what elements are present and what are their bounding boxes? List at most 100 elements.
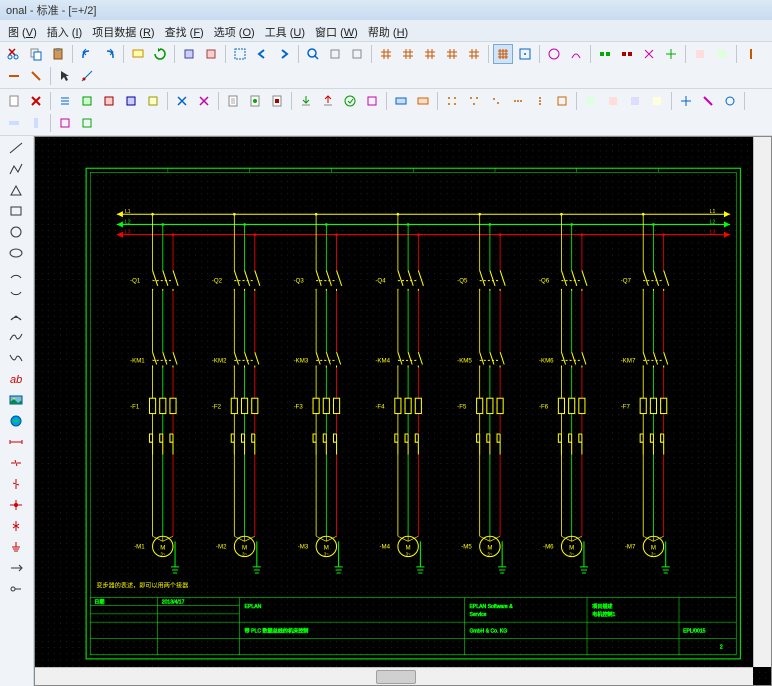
tool-icon[interactable] [325,44,345,64]
redo-icon[interactable] [99,44,119,64]
grid-icon[interactable] [552,91,572,111]
tool-icon[interactable] [77,91,97,111]
menu-project-data[interactable]: 项目数据 (R) [88,22,158,39]
tool-icon[interactable] [201,44,221,64]
polyline-icon[interactable] [2,159,30,179]
tool-icon[interactable] [362,91,382,111]
tool-icon[interactable] [77,113,97,133]
spline-icon[interactable] [2,348,30,368]
page-icon[interactable] [245,91,265,111]
line-icon[interactable] [2,138,30,158]
rect-icon[interactable] [2,201,30,221]
snap-icon[interactable] [515,44,535,64]
tool-icon[interactable] [347,44,367,64]
menu-find[interactable]: 查找 (F) [161,22,208,39]
scroll-thumb[interactable] [376,670,416,684]
new-icon[interactable] [4,91,24,111]
scrollbar-horizontal[interactable] [35,667,753,685]
ellipse-icon[interactable] [2,243,30,263]
tool-icon[interactable] [639,44,659,64]
tool-icon[interactable] [4,66,24,86]
tool-icon[interactable] [676,91,696,111]
grid-icon[interactable] [420,44,440,64]
text-icon[interactable]: ab [2,369,30,389]
tool-icon[interactable] [194,91,214,111]
import-icon[interactable] [296,91,316,111]
undo-icon[interactable] [77,44,97,64]
break-icon[interactable] [2,453,30,473]
tool-icon[interactable] [712,44,732,64]
tool-icon[interactable] [603,91,623,111]
tool-icon[interactable] [99,91,119,111]
tool-icon[interactable] [698,91,718,111]
refresh-icon[interactable] [150,44,170,64]
tool-icon[interactable] [617,44,637,64]
image-icon[interactable] [2,390,30,410]
comment-icon[interactable] [128,44,148,64]
tool-icon[interactable] [741,44,761,64]
list-icon[interactable] [55,91,75,111]
tool-icon[interactable] [340,91,360,111]
tool-icon[interactable] [391,91,411,111]
grid-icon[interactable] [530,91,550,111]
tool-icon[interactable] [581,91,601,111]
tool-icon[interactable] [566,44,586,64]
interrupt-icon[interactable] [2,474,30,494]
grid-icon[interactable] [442,44,462,64]
dimension-icon[interactable] [2,432,30,452]
tool-icon[interactable] [661,44,681,64]
tool-icon[interactable] [720,91,740,111]
connector-icon[interactable] [2,579,30,599]
tool-icon[interactable] [26,113,46,133]
spline-icon[interactable] [2,327,30,347]
tool-icon[interactable] [77,66,97,86]
cut-icon[interactable] [4,44,24,64]
next-icon[interactable] [274,44,294,64]
cancel-icon[interactable] [172,91,192,111]
export-icon[interactable] [318,91,338,111]
grid-icon[interactable] [464,91,484,111]
page-icon[interactable] [267,91,287,111]
menu-tools[interactable]: 工具 (U) [261,22,309,39]
grid-icon[interactable] [398,44,418,64]
grid-icon[interactable] [486,91,506,111]
connector-icon[interactable] [2,558,30,578]
copy-icon[interactable] [26,44,46,64]
circle-icon[interactable] [2,222,30,242]
junction-icon[interactable] [2,516,30,536]
find-icon[interactable] [303,44,323,64]
tool-icon[interactable] [544,44,564,64]
grid-icon[interactable] [508,91,528,111]
grid-icon[interactable] [376,44,396,64]
menu-help[interactable]: 帮助 (H) [364,22,412,39]
arc-icon[interactable] [2,285,30,305]
tool-icon[interactable] [26,66,46,86]
tool-icon[interactable] [595,44,615,64]
tool-icon[interactable] [4,113,24,133]
zoom-window-icon[interactable] [230,44,250,64]
prev-icon[interactable] [252,44,272,64]
sector-icon[interactable] [2,306,30,326]
polygon-icon[interactable] [2,180,30,200]
menu-options[interactable]: 选项 (O) [210,22,259,39]
ground-icon[interactable] [2,537,30,557]
tool-icon[interactable] [413,91,433,111]
menu-insert[interactable]: 插入 (I) [43,22,86,39]
node-icon[interactable] [2,495,30,515]
scrollbar-vertical[interactable] [753,137,771,667]
tool-icon[interactable] [625,91,645,111]
drawing-canvas[interactable]: L1 L2 L3 L1 L2 L3 -Q1-KM1-F1M3~-M1-Q2-KM… [34,136,772,686]
grid-icon[interactable] [464,44,484,64]
tool-icon[interactable] [690,44,710,64]
paste-icon[interactable] [48,44,68,64]
pointer-icon[interactable] [55,66,75,86]
arc-icon[interactable] [2,264,30,284]
snap-icon[interactable] [493,44,513,64]
tool-icon[interactable] [121,91,141,111]
menu-window[interactable]: 窗口 (W) [311,22,362,39]
menu-view[interactable]: 图 (V) [4,22,41,39]
grid-icon[interactable] [442,91,462,111]
tool-icon[interactable] [143,91,163,111]
tool-icon[interactable] [647,91,667,111]
close-icon[interactable] [26,91,46,111]
